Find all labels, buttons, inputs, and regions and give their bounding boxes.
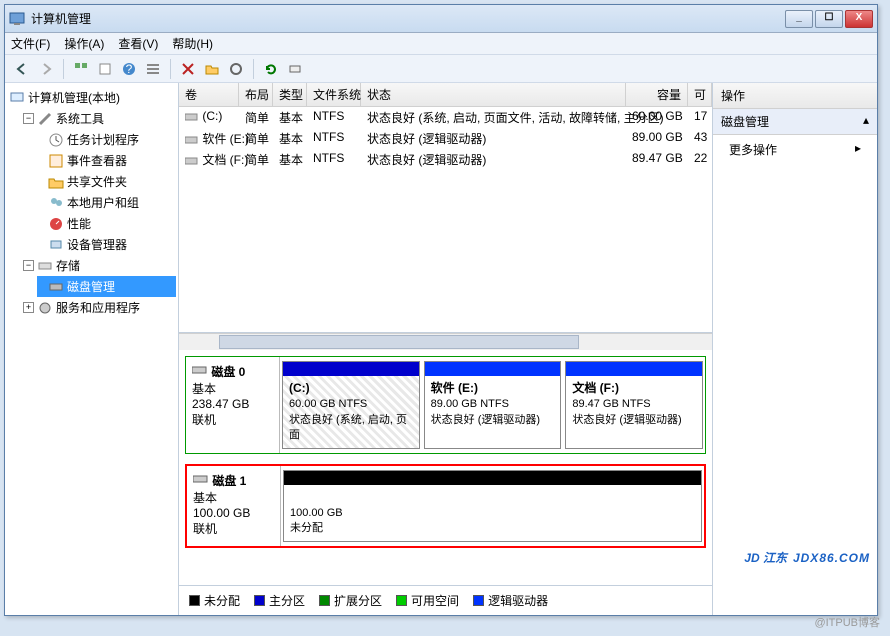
- open-button[interactable]: [201, 58, 223, 80]
- volume-row[interactable]: 文档 (F:)简单基本NTFS状态良好 (逻辑驱动器)89.47 GB22: [179, 149, 712, 170]
- disk-row[interactable]: 磁盘 1基本100.00 GB联机100.00 GB未分配: [185, 464, 706, 548]
- tree-shared-folders[interactable]: 共享文件夹: [37, 171, 176, 192]
- help-button[interactable]: ?: [118, 58, 140, 80]
- app-icon: [9, 11, 25, 27]
- toolbar: ?: [5, 55, 877, 83]
- volume-row[interactable]: 软件 (E:)简单基本NTFS状态良好 (逻辑驱动器)89.00 GB43: [179, 128, 712, 149]
- actions-section[interactable]: 磁盘管理 ▴: [713, 109, 877, 135]
- minimize-button[interactable]: _: [785, 10, 813, 28]
- forward-button[interactable]: [35, 58, 57, 80]
- scrollbar-thumb[interactable]: [219, 335, 579, 349]
- disk-graph[interactable]: 磁盘 0基本238.47 GB联机(C:)60.00 GB NTFS状态良好 (…: [179, 350, 712, 585]
- tree-services-apps[interactable]: +服务和应用程序: [23, 297, 176, 318]
- maximize-button[interactable]: ☐: [815, 10, 843, 28]
- disk-row[interactable]: 磁盘 0基本238.47 GB联机(C:)60.00 GB NTFS状态良好 (…: [185, 356, 706, 454]
- rescan-button[interactable]: [284, 58, 306, 80]
- volume-row[interactable]: (C:)简单基本NTFS状态良好 (系统, 启动, 页面文件, 活动, 故障转储…: [179, 107, 712, 128]
- app-window: 计算机管理 _ ☐ X 文件(F) 操作(A) 查看(V) 帮助(H) ?: [4, 4, 878, 616]
- tree-system-tools[interactable]: −系统工具: [23, 108, 176, 129]
- tree-root[interactable]: 计算机管理(本地): [9, 87, 176, 108]
- device-icon: [48, 237, 64, 253]
- menu-view[interactable]: 查看(V): [118, 35, 158, 52]
- footer-watermark: @ITPUB博客: [814, 614, 880, 630]
- volume-list[interactable]: 卷 布局 类型 文件系统 状态 容量 可 (C:)简单基本NTFS状态良好 (系…: [179, 83, 712, 333]
- actions-pane: 操作 磁盘管理 ▴ 更多操作 ▸: [713, 83, 877, 615]
- refresh-button[interactable]: [260, 58, 282, 80]
- action-more[interactable]: 更多操作 ▸: [713, 135, 877, 164]
- window-title: 计算机管理: [31, 10, 783, 27]
- folder-share-icon: [48, 174, 64, 190]
- tree-storage[interactable]: −存储: [23, 255, 176, 276]
- disk-info: 磁盘 0基本238.47 GB联机: [186, 357, 280, 453]
- menu-help[interactable]: 帮助(H): [172, 35, 213, 52]
- tree-task-scheduler[interactable]: 任务计划程序: [37, 129, 176, 150]
- event-icon: [48, 153, 64, 169]
- disk-icon: [48, 279, 64, 295]
- options-button[interactable]: [225, 58, 247, 80]
- list-button[interactable]: [142, 58, 164, 80]
- col-type[interactable]: 类型: [273, 83, 307, 106]
- perf-icon: [48, 216, 64, 232]
- partition[interactable]: 文档 (F:)89.47 GB NTFS状态良好 (逻辑驱动器): [565, 361, 703, 449]
- submenu-icon: ▸: [855, 141, 861, 158]
- nav-tree[interactable]: 计算机管理(本地) −系统工具 任务计划程序 事件查看器 共享文件夹 本地用户和…: [5, 83, 179, 615]
- tree-device-manager[interactable]: 设备管理器: [37, 234, 176, 255]
- tree-performance[interactable]: 性能: [37, 213, 176, 234]
- col-status[interactable]: 状态: [361, 83, 626, 106]
- back-button[interactable]: [11, 58, 33, 80]
- actions-header: 操作: [713, 83, 877, 109]
- col-layout[interactable]: 布局: [239, 83, 273, 106]
- properties-button[interactable]: [94, 58, 116, 80]
- menu-file[interactable]: 文件(F): [11, 35, 50, 52]
- storage-icon: [37, 258, 53, 274]
- volume-header[interactable]: 卷 布局 类型 文件系统 状态 容量 可: [179, 83, 712, 107]
- tree-event-viewer[interactable]: 事件查看器: [37, 150, 176, 171]
- close-button[interactable]: X: [845, 10, 873, 28]
- legend: 未分配 主分区 扩展分区 可用空间 逻辑驱动器: [179, 585, 712, 615]
- partition[interactable]: 100.00 GB未分配: [283, 470, 702, 542]
- menubar: 文件(F) 操作(A) 查看(V) 帮助(H): [5, 33, 877, 55]
- partition[interactable]: (C:)60.00 GB NTFS状态良好 (系统, 启动, 页面: [282, 361, 420, 449]
- tools-icon: [37, 111, 53, 127]
- col-capacity[interactable]: 容量: [626, 83, 688, 106]
- services-icon: [37, 300, 53, 316]
- collapse-icon: ▴: [863, 113, 869, 130]
- tree-disk-management[interactable]: 磁盘管理: [37, 276, 176, 297]
- disk-info: 磁盘 1基本100.00 GB联机: [187, 466, 281, 546]
- clock-icon: [48, 132, 64, 148]
- computer-icon: [9, 90, 25, 106]
- titlebar[interactable]: 计算机管理 _ ☐ X: [5, 5, 877, 33]
- svg-text:?: ?: [126, 62, 133, 76]
- horizontal-scrollbar[interactable]: [179, 333, 712, 350]
- menu-action[interactable]: 操作(A): [64, 35, 104, 52]
- view-grid-button[interactable]: [70, 58, 92, 80]
- tree-users-groups[interactable]: 本地用户和组: [37, 192, 176, 213]
- col-avail[interactable]: 可: [688, 83, 712, 106]
- partition[interactable]: 软件 (E:)89.00 GB NTFS状态良好 (逻辑驱动器): [424, 361, 562, 449]
- col-fs[interactable]: 文件系统: [307, 83, 361, 106]
- delete-button[interactable]: [177, 58, 199, 80]
- main-pane: 卷 布局 类型 文件系统 状态 容量 可 (C:)简单基本NTFS状态良好 (系…: [179, 83, 713, 615]
- col-volume[interactable]: 卷: [179, 83, 239, 106]
- users-icon: [48, 195, 64, 211]
